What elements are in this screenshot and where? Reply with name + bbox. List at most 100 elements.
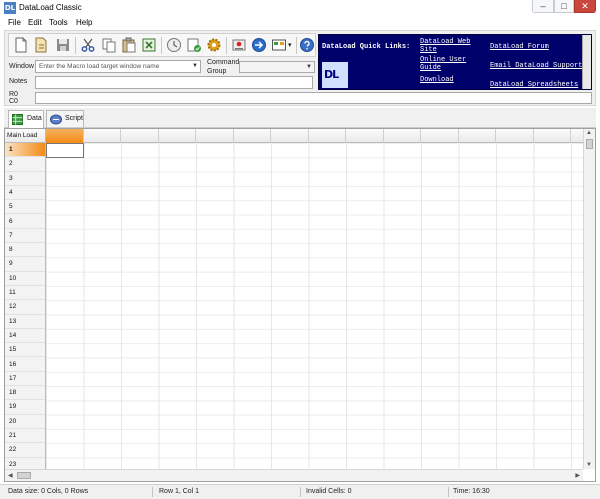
copy-button[interactable]: [100, 36, 118, 54]
link-user-guide[interactable]: Online User Guide: [420, 56, 480, 72]
row-header[interactable]: 12: [5, 300, 45, 315]
copy-icon: [102, 38, 116, 53]
row-header[interactable]: 2: [5, 157, 45, 172]
horizontal-scroll-thumb[interactable]: [17, 472, 31, 479]
row-header[interactable]: 5: [5, 200, 45, 215]
row-number: 11: [9, 289, 16, 296]
row-header[interactable]: 15: [5, 343, 45, 358]
column-header[interactable]: [346, 129, 384, 143]
row-number: 18: [9, 389, 17, 397]
row-header[interactable]: 4: [5, 186, 45, 201]
run-button[interactable]: [250, 36, 268, 54]
minimize-button[interactable]: –: [532, 0, 554, 13]
scroll-left-icon[interactable]: ◀: [8, 472, 13, 479]
command-group-dropdown[interactable]: ▼: [239, 61, 315, 73]
checklist-button[interactable]: [185, 36, 203, 54]
row-number: 7: [9, 231, 13, 239]
column-header[interactable]: [496, 129, 534, 143]
notes-input[interactable]: [35, 76, 313, 89]
close-button[interactable]: ✕: [574, 0, 596, 13]
column-header[interactable]: [271, 129, 309, 143]
help-button[interactable]: [298, 36, 316, 54]
paste-button[interactable]: [120, 36, 138, 54]
column-header[interactable]: [384, 129, 421, 143]
cut-button[interactable]: [79, 36, 97, 54]
column-header[interactable]: [459, 129, 496, 143]
row-number: 10: [9, 274, 17, 282]
row-header[interactable]: 16: [5, 358, 45, 372]
column-header[interactable]: [309, 129, 346, 143]
row-number: 6: [9, 217, 13, 225]
schedule-button[interactable]: [165, 36, 183, 54]
link-download[interactable]: Download: [420, 76, 480, 84]
row-header[interactable]: 7: [5, 229, 45, 244]
chevron-down-icon: ▼: [192, 63, 198, 69]
row-header[interactable]: 19: [5, 400, 45, 415]
row-header[interactable]: 20: [5, 415, 45, 429]
data-grid[interactable]: Main Load 1 2 3 4 5 6 7 8 9 10 11 12 13 14 15 16 17 18 19 2…: [4, 128, 596, 482]
menu-file[interactable]: File: [8, 17, 21, 29]
column-header[interactable]: [84, 129, 121, 143]
row-header[interactable]: 14: [5, 329, 45, 344]
formula-bar[interactable]: [35, 92, 592, 104]
menu-help[interactable]: Help: [76, 17, 92, 29]
grid-cells[interactable]: [46, 143, 583, 469]
row-header[interactable]: 9: [5, 257, 45, 272]
row-number: 17: [9, 374, 17, 382]
window-picker-button[interactable]: [270, 36, 288, 54]
row-header[interactable]: 1: [5, 143, 45, 158]
column-header[interactable]: [46, 129, 84, 143]
row-header[interactable]: 18: [5, 386, 45, 401]
row-header[interactable]: 22: [5, 443, 45, 458]
maximize-button[interactable]: □: [554, 0, 574, 13]
save-button[interactable]: [54, 36, 72, 54]
row-number: 14: [9, 331, 17, 339]
export-button[interactable]: [140, 36, 158, 54]
row-header[interactable]: 11: [5, 286, 45, 301]
column-header[interactable]: [421, 129, 459, 143]
row-number: 20: [9, 417, 17, 425]
column-header[interactable]: [159, 129, 196, 143]
vertical-scroll-thumb[interactable]: [586, 139, 593, 149]
tab-script[interactable]: Script: [46, 110, 84, 127]
vertical-scrollbar[interactable]: ▲ ▼: [583, 129, 595, 469]
menu-bar: File Edit Tools Help: [0, 16, 600, 29]
row-header[interactable]: 10: [5, 272, 45, 286]
checklist-icon: [187, 38, 201, 52]
link-web-site[interactable]: DataLoad Web Site: [420, 38, 480, 54]
link-forum[interactable]: DataLoad Forum: [490, 43, 549, 51]
tab-data[interactable]: Data: [8, 110, 44, 128]
column-header[interactable]: [196, 129, 234, 143]
row-header[interactable]: 8: [5, 243, 45, 258]
dataload-logo: DL: [322, 62, 348, 88]
chevron-down-icon[interactable]: ▾: [288, 41, 292, 50]
record-icon: [232, 39, 246, 51]
link-email-support[interactable]: Email DataLoad Support: [490, 62, 582, 70]
row-number: 4: [9, 188, 13, 196]
row-header[interactable]: 6: [5, 215, 45, 229]
column-header[interactable]: [534, 129, 571, 143]
row-header[interactable]: 17: [5, 372, 45, 387]
window-name-dropdown[interactable]: Enter the Macro load target window name …: [35, 60, 201, 73]
row-header[interactable]: 13: [5, 315, 45, 329]
new-file-button[interactable]: [12, 36, 30, 54]
menu-tools[interactable]: Tools: [49, 17, 68, 29]
toolbar-separator: [296, 37, 297, 54]
row-header[interactable]: 21: [5, 429, 45, 444]
column-header[interactable]: [121, 129, 159, 143]
open-button[interactable]: [32, 36, 50, 54]
quick-links-scrollbar[interactable]: [582, 35, 591, 89]
menu-edit[interactable]: Edit: [28, 17, 42, 29]
row-header[interactable]: 3: [5, 172, 45, 186]
link-spreadsheets[interactable]: DataLoad Spreadsheets: [490, 81, 578, 89]
horizontal-scrollbar[interactable]: ◀ ▶: [5, 469, 583, 481]
scroll-up-icon[interactable]: ▲: [586, 130, 592, 136]
scroll-down-icon[interactable]: ▼: [586, 462, 592, 468]
column-header[interactable]: [234, 129, 271, 143]
record-button[interactable]: [230, 36, 248, 54]
settings-button[interactable]: [205, 36, 223, 54]
scroll-right-icon[interactable]: ▶: [575, 472, 580, 479]
sheet-tabs: Data Script: [4, 108, 596, 128]
paste-icon: [122, 37, 136, 53]
active-cell[interactable]: [46, 143, 84, 158]
